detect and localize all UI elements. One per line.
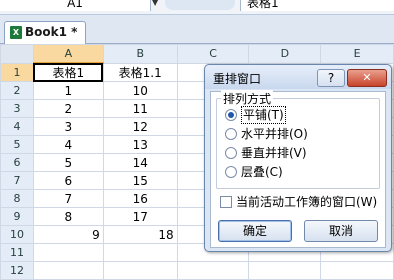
cell-a[interactable]: 7 — [32, 189, 104, 208]
radio-horizontal[interactable] — [225, 128, 237, 140]
cell-b[interactable]: 17 — [102, 207, 178, 226]
option-tiled-label[interactable]: 平铺(T) — [241, 106, 286, 124]
dialog-titlebar[interactable]: 重排窗口 ? ✕ — [205, 65, 391, 89]
cell-a[interactable]: 5 — [32, 153, 104, 172]
cell-b[interactable] — [102, 261, 178, 280]
cell[interactable] — [176, 261, 250, 280]
cell-a[interactable] — [32, 243, 104, 262]
cell-b[interactable]: 14 — [102, 153, 178, 172]
cancel-button[interactable]: 取消 — [304, 220, 378, 242]
formula-input[interactable]: 表格1 — [240, 0, 394, 11]
cell-b[interactable]: 12 — [102, 117, 178, 136]
row-header[interactable]: 10 — [0, 225, 34, 244]
row-header[interactable]: 7 — [0, 171, 34, 190]
radio-tiled[interactable] — [225, 109, 237, 121]
table-row: 12 — [0, 261, 394, 280]
cell-b[interactable]: 11 — [102, 99, 178, 118]
cell-b[interactable]: 18 — [102, 225, 178, 244]
option-horizontal-label[interactable]: 水平并排(O) — [241, 126, 308, 142]
cell-b[interactable]: 10 — [102, 81, 178, 100]
cell-b[interactable]: 16 — [102, 189, 178, 208]
cell-a[interactable] — [32, 261, 104, 280]
row-header[interactable]: 4 — [0, 117, 34, 136]
workbook-tab[interactable]: X Book1 * — [4, 21, 86, 44]
name-box[interactable]: A1 — [0, 0, 151, 11]
row-header[interactable]: 1 — [0, 62, 34, 82]
column-header-a[interactable]: A — [32, 44, 104, 64]
cell[interactable] — [320, 261, 394, 280]
arrange-windows-dialog: 重排窗口 ? ✕ 排列方式 平铺(T) 水平并排(O) 垂直并排(V) 层叠(C… — [204, 64, 392, 252]
column-header-b[interactable]: B — [102, 44, 178, 64]
column-header-row: A B C D E — [0, 44, 394, 64]
cell-a[interactable]: 3 — [32, 117, 104, 136]
row-header[interactable]: 11 — [0, 243, 34, 262]
active-workbook-checkbox[interactable] — [220, 196, 232, 208]
arrange-group: 排列方式 平铺(T) 水平并排(O) 垂直并排(V) 层叠(C) — [216, 90, 380, 189]
close-button[interactable]: ✕ — [347, 69, 387, 87]
excel-workbook-icon: X — [10, 26, 22, 39]
cell-a[interactable]: 1 — [32, 81, 104, 100]
workbook-title: Book1 * — [25, 25, 78, 39]
cell-b[interactable]: 15 — [102, 171, 178, 190]
cell-a[interactable]: 6 — [32, 171, 104, 190]
cell-b[interactable]: 表格1.1 — [102, 62, 178, 82]
column-header-c[interactable]: C — [176, 44, 250, 64]
cell-b[interactable] — [102, 243, 178, 262]
active-workbook-label[interactable]: 当前活动工作簿的窗口(W) — [236, 194, 377, 210]
row-header[interactable]: 5 — [0, 135, 34, 154]
cell-b[interactable]: 13 — [102, 135, 178, 154]
help-button[interactable]: ? — [317, 69, 345, 87]
ok-button[interactable]: 确定 — [218, 220, 292, 242]
cell-a[interactable]: 2 — [32, 99, 104, 118]
arrange-group-label: 排列方式 — [221, 90, 274, 107]
row-header[interactable]: 3 — [0, 99, 34, 118]
name-box-dropdown-icon[interactable]: ▼ — [152, 0, 158, 7]
cell[interactable] — [248, 261, 322, 280]
cell-a[interactable]: 4 — [32, 135, 104, 154]
formula-bar: A1 ▼ 表格1 — [0, 0, 394, 15]
row-header[interactable]: 9 — [0, 207, 34, 226]
formula-controls — [165, 0, 235, 10]
column-header-e[interactable]: E — [320, 44, 394, 64]
row-header[interactable]: 2 — [0, 81, 34, 100]
dialog-title: 重排窗口 — [213, 72, 262, 86]
workbook-tab-strip: X Book1 * — [0, 15, 394, 44]
row-header[interactable]: 12 — [0, 261, 34, 280]
radio-cascade[interactable] — [225, 166, 237, 178]
radio-vertical[interactable] — [225, 147, 237, 159]
option-vertical-label[interactable]: 垂直并排(V) — [241, 145, 307, 161]
option-cascade-label[interactable]: 层叠(C) — [241, 164, 283, 180]
dialog-body: 排列方式 平铺(T) 水平并排(O) 垂直并排(V) 层叠(C) 当前活动工作簿… — [210, 90, 386, 248]
column-header-d[interactable]: D — [248, 44, 322, 64]
row-header[interactable]: 8 — [0, 189, 34, 208]
row-header[interactable]: 6 — [0, 153, 34, 172]
cell-a[interactable]: 9 — [32, 225, 104, 244]
cell-a[interactable]: 表格1 — [32, 62, 104, 82]
select-all-corner[interactable] — [0, 44, 34, 64]
cell-a[interactable]: 8 — [32, 207, 104, 226]
